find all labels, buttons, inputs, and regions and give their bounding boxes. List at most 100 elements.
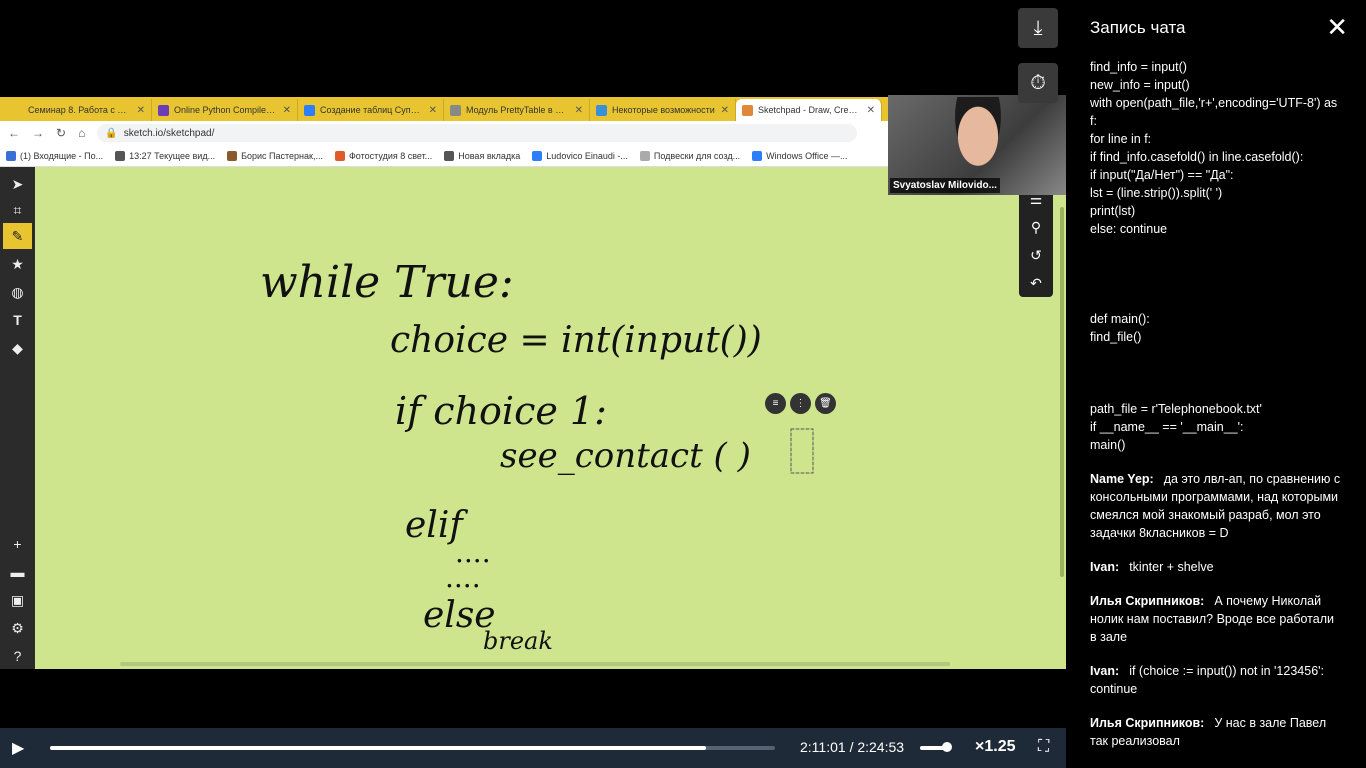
bookmarks-bar: (1) Входящие - По... 13:27 Текущее вид...…	[0, 145, 888, 167]
sketch-canvas: while True: choice = int(input()) if cho…	[35, 167, 1066, 669]
add-tool-icon: +	[13, 536, 22, 552]
browser-tab-bar: Семинар 8. Работа с файлами✕Online Pytho…	[0, 97, 888, 121]
playback-speed-button[interactable]: ×1.25	[975, 738, 1015, 756]
more-icon: ⋮	[790, 393, 811, 414]
chat-spacer	[1090, 274, 1342, 292]
selection-box	[790, 428, 814, 474]
undo-icon: ↶	[1030, 274, 1042, 291]
align-icon: ≡	[765, 393, 786, 414]
chat-code-line: def main():	[1090, 312, 1150, 326]
sketch-line: while True:	[260, 257, 514, 308]
download-icon: ⤓	[1033, 16, 1043, 39]
close-icon: ✕	[1326, 12, 1348, 42]
canvas-vertical-scrollbar	[1060, 207, 1064, 577]
chat-code-line: find_file()	[1090, 330, 1142, 344]
chat-code-line: new_info = input()	[1090, 78, 1190, 92]
tab-close-icon: ✕	[282, 104, 291, 116]
play-button[interactable]: ▶	[12, 738, 30, 758]
bookmark-label: Ludovico Einaudi -...	[546, 150, 628, 161]
chat-spacer	[1090, 346, 1342, 364]
handwritten-code-drawing: while True: choice = int(input()) if cho…	[260, 257, 814, 655]
download-button[interactable]: ⤓	[1018, 8, 1058, 48]
volume-slider[interactable]	[920, 742, 952, 752]
chat-transcript[interactable]: find_info = input() new_info = input() wit…	[1090, 58, 1342, 768]
message-author: Ivan:	[1090, 664, 1120, 678]
tab-close-icon: ✕	[136, 104, 145, 116]
volume-knob[interactable]	[942, 742, 952, 752]
total-time: 2:24:53	[857, 739, 905, 755]
current-time: 2:11:01	[800, 739, 846, 755]
bookmark-label: Новая вкладка	[458, 150, 521, 161]
url-text: sketch.io/sketchpad/	[123, 127, 215, 139]
bookmark-item: Windows Office —...	[752, 150, 848, 161]
tab-favicon-icon	[158, 104, 169, 116]
chat-code-line: if input("Да/Нет") == "Да":	[1090, 168, 1234, 182]
globe-tool-icon: ◍	[11, 283, 24, 300]
browser-tab: Семинар 8. Работа с файлами ✕	[6, 99, 152, 121]
fullscreen-icon: ⛶	[1038, 738, 1050, 755]
back-icon: ←	[8, 126, 20, 140]
bookmark-icon	[639, 150, 650, 161]
stopwatch-icon: ⏱	[1030, 71, 1046, 94]
message-author: Ivan:	[1090, 560, 1120, 574]
sketch-line: if choice 1:	[395, 389, 607, 433]
webcam-feed: Svyatoslav Milovido...	[888, 95, 1066, 195]
browser-tab: Online Python Compiler - online ✕	[152, 99, 298, 121]
sketch-right-toolbar: ☰ ⚲ ↺ ↶	[1019, 185, 1053, 297]
timer-button[interactable]: ⏱	[1018, 63, 1058, 103]
close-button[interactable]: ✕	[1326, 14, 1348, 40]
forward-icon: →	[32, 126, 44, 140]
chat-panel: Запись чата ✕ find_info = input() new_inf…	[1066, 0, 1366, 768]
progress-bar[interactable]	[50, 746, 775, 750]
app-root: Семинар 8. Работа с файлами✕Online Pytho…	[0, 0, 1366, 768]
chat-spacer	[1090, 256, 1342, 274]
bookmark-icon	[334, 150, 345, 161]
video-area[interactable]: Семинар 8. Работа с файлами✕Online Pytho…	[0, 0, 1066, 728]
selection-actions: ≡ ⋮ 🗑	[765, 393, 836, 414]
tab-label: Online Python Compiler - online	[174, 105, 278, 115]
chat-code-line: if find_info.casefold() in line.casefold…	[1090, 150, 1304, 164]
bookmark-label: Подвески для созд...	[653, 150, 741, 161]
sketch-line: choice = int(input())	[390, 320, 762, 361]
chat-spacer	[1090, 382, 1342, 400]
bookmark-item: (1) Входящие - По...	[6, 150, 103, 161]
bookmark-icon	[115, 150, 126, 161]
save-tool-icon: ▣	[10, 591, 25, 608]
tab-favicon-icon	[450, 104, 461, 116]
chat-message: Name Yep: да это лвл-ап, по сравнению с к…	[1090, 470, 1342, 542]
sketch-toolbar: ➤ ⌗ ✎ ★ ◍ T ◆ + ▬ ▣ ⚙ ?	[0, 167, 35, 669]
progress-fill	[50, 746, 707, 750]
select-tool-icon: ➤	[11, 175, 24, 192]
folder-tool-icon: ▬	[10, 564, 25, 580]
help-tool-icon: ?	[13, 648, 22, 664]
message-text: if (choice := input()) not in '123456': …	[1090, 664, 1324, 696]
chat-spacer	[1090, 238, 1342, 256]
browser-address-bar: ← → ↻ ⌂ 🔒 sketch.io/sketchpad/	[0, 121, 888, 145]
bookmark-icon	[6, 150, 16, 161]
tab-label: Модуль PrettyTable в Python	[466, 105, 570, 115]
chat-spacer	[1090, 292, 1342, 310]
bookmark-label: Windows Office —...	[766, 150, 848, 161]
sketch-line: ....	[445, 561, 481, 594]
presenter-name: Svyatoslav Milovido...	[890, 178, 1000, 193]
chat-message: Илья Скрипников: У нас в зале Павел так р…	[1090, 714, 1342, 750]
chat-code-line: path_file = r'Telephonebook.txt'	[1090, 402, 1262, 416]
tab-close-icon: ✕	[720, 104, 729, 116]
tab-favicon-icon	[304, 104, 315, 116]
bookmark-item: Подвески для созд...	[639, 150, 741, 161]
tab-favicon-icon	[12, 104, 23, 116]
tab-close-icon: ✕	[866, 104, 875, 116]
time-display: 2:11:01 / 2:24:53	[800, 739, 904, 755]
message-author: Илья Скрипников:	[1090, 594, 1205, 608]
zoom-icon: ⚲	[1030, 218, 1042, 235]
sketch-line: break	[483, 627, 553, 655]
chat-message: Ivan: if (choice := input()) not in '1234…	[1090, 662, 1342, 698]
browser-tab: Sketchpad - Draw, Create, Share! ✕	[736, 99, 882, 121]
lock-icon: 🔒	[105, 127, 118, 139]
fullscreen-button[interactable]: ⛶	[1038, 738, 1049, 756]
bookmark-item: Новая вкладка	[444, 150, 521, 161]
tab-close-icon: ✕	[428, 104, 437, 116]
bookmark-icon	[444, 150, 455, 161]
time-separator: /	[849, 739, 854, 755]
chat-code-line: print(lst)	[1090, 204, 1136, 218]
